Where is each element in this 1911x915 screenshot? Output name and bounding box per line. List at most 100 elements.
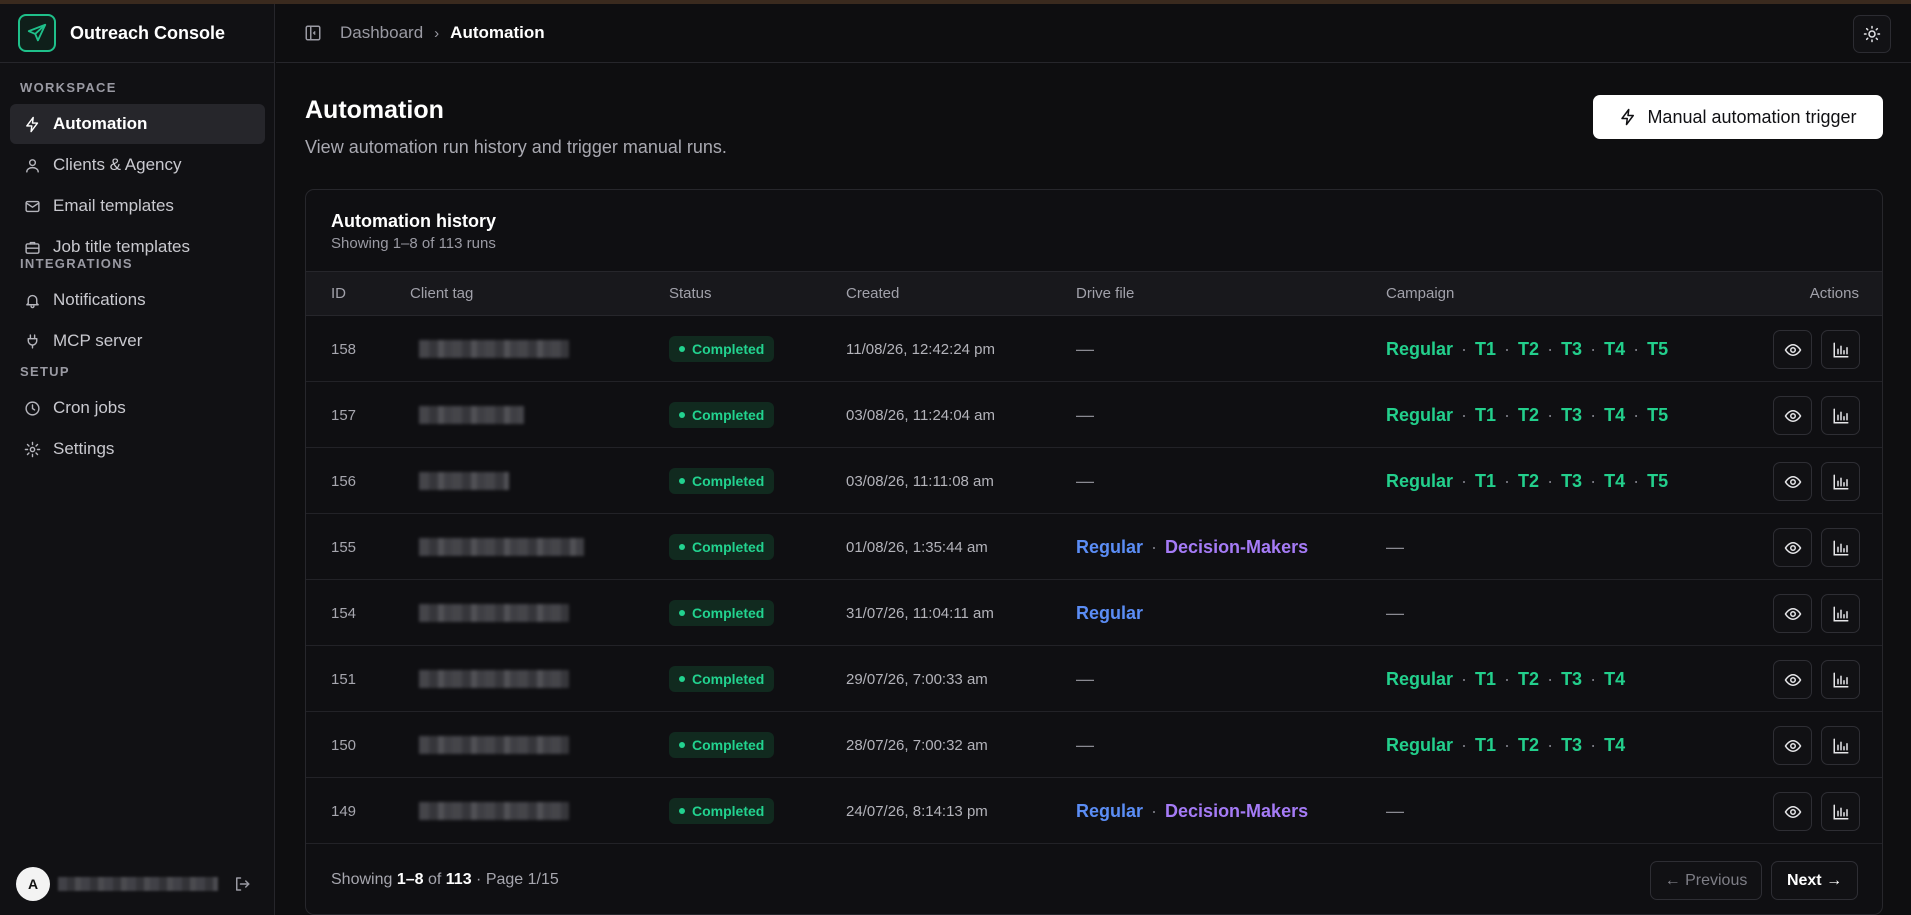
drive-tag[interactable]: Decision-Makers <box>1165 801 1308 822</box>
run-stats-button[interactable] <box>1821 330 1860 369</box>
view-run-button[interactable] <box>1773 330 1812 369</box>
sidebar-item-automation[interactable]: Automation <box>10 104 265 144</box>
campaign-tag[interactable]: T1 <box>1475 405 1496 426</box>
campaign-tag[interactable]: T4 <box>1604 339 1625 360</box>
status-dot <box>679 346 685 352</box>
row-actions <box>1764 462 1860 501</box>
campaign-tag[interactable]: T5 <box>1647 339 1668 360</box>
campaign-tag[interactable]: T2 <box>1518 471 1539 492</box>
pagination-summary: Showing 1–8 of 113 · Page 1/15 <box>331 871 559 889</box>
sidebar-item-label: Clients & Agency <box>53 155 182 174</box>
created-at: 03/08/26, 11:11:08 am <box>846 472 994 490</box>
status-cell: Completed <box>669 712 775 778</box>
campaign-tag[interactable]: Regular <box>1386 339 1453 360</box>
campaign-tag[interactable]: Regular <box>1386 669 1453 690</box>
breadcrumb-dashboard[interactable]: Dashboard <box>340 23 423 43</box>
campaign-tag[interactable]: Regular <box>1386 471 1453 492</box>
app-name: Outreach Console <box>70 22 226 43</box>
sidebar-item-notifications[interactable]: Notifications <box>10 280 265 320</box>
view-run-button[interactable] <box>1773 660 1812 699</box>
bell-icon <box>24 292 53 309</box>
next-page-button[interactable]: Next → <box>1771 861 1858 900</box>
campaign-tag[interactable]: T2 <box>1518 669 1539 690</box>
campaign-tag[interactable]: T5 <box>1647 405 1668 426</box>
campaign-tag[interactable]: T1 <box>1475 735 1496 756</box>
campaign-tag[interactable]: T2 <box>1518 735 1539 756</box>
redacted-client-tag <box>419 736 569 754</box>
user-icon <box>24 157 53 174</box>
campaign-tag[interactable]: T4 <box>1604 471 1625 492</box>
campaign: — <box>1386 580 1404 646</box>
avatar[interactable]: A <box>16 867 50 901</box>
drive-tag[interactable]: Regular <box>1076 537 1143 558</box>
drive-tag[interactable]: Regular <box>1076 603 1143 624</box>
run-stats-button[interactable] <box>1821 594 1860 633</box>
redacted-user-name <box>58 877 218 891</box>
table-header: ID Client tag Status Created Drive file … <box>306 271 1882 316</box>
empty-value: — <box>1076 668 1094 689</box>
theme-toggle-button[interactable] <box>1853 15 1891 53</box>
zap-icon <box>1621 108 1635 126</box>
run-stats-button[interactable] <box>1821 462 1860 501</box>
zap-icon <box>24 116 53 133</box>
campaign-tag[interactable]: Regular <box>1386 405 1453 426</box>
campaign: — <box>1386 778 1404 844</box>
campaign-tag[interactable]: T2 <box>1518 339 1539 360</box>
separator: · <box>1151 536 1158 557</box>
breadcrumb: Dashboard › Automation <box>340 23 545 43</box>
run-stats-button[interactable] <box>1821 792 1860 831</box>
table-row: 156 Completed 03/08/26, 11:11:08 am — Regula… <box>306 448 1882 514</box>
campaign-tag[interactable]: T3 <box>1561 471 1582 492</box>
user-footer: A <box>0 853 275 915</box>
sidebar-item-cron-jobs[interactable]: Cron jobs <box>10 388 265 428</box>
logout-icon[interactable] <box>233 875 251 898</box>
campaign-tag[interactable]: T4 <box>1604 405 1625 426</box>
mail-icon <box>24 198 53 215</box>
run-stats-button[interactable] <box>1821 396 1860 435</box>
campaign-tag[interactable]: T2 <box>1518 405 1539 426</box>
campaign-tag[interactable]: T3 <box>1561 735 1582 756</box>
separator: · <box>1547 338 1554 359</box>
run-stats-button[interactable] <box>1821 726 1860 765</box>
separator: · <box>1547 470 1554 491</box>
drive-tag[interactable]: Decision-Makers <box>1165 537 1308 558</box>
campaign-tag[interactable]: Regular <box>1386 735 1453 756</box>
campaign: Regular · T1 · T2 · T3 · T4 · T5 <box>1386 382 1668 448</box>
sidebar-item-label: Cron jobs <box>53 398 126 417</box>
brand[interactable]: Outreach Console <box>0 4 274 63</box>
view-run-button[interactable] <box>1773 462 1812 501</box>
view-run-button[interactable] <box>1773 726 1812 765</box>
drive-tag[interactable]: Regular <box>1076 801 1143 822</box>
separator: · <box>1590 404 1597 425</box>
run-stats-button[interactable] <box>1821 528 1860 567</box>
campaign: — <box>1386 514 1404 580</box>
campaign-tag[interactable]: T3 <box>1561 339 1582 360</box>
status-dot <box>679 478 685 484</box>
row-actions <box>1764 594 1860 633</box>
nav-section-integrations: Integrations Notifications MCP server <box>0 256 275 362</box>
view-run-button[interactable] <box>1773 528 1812 567</box>
drive-file: — <box>1076 382 1094 448</box>
bar-chart-icon <box>1833 606 1848 621</box>
campaign-tag[interactable]: T5 <box>1647 471 1668 492</box>
sidebar-item-email-templates[interactable]: Email templates <box>10 186 265 226</box>
sidebar-item-clients-agency[interactable]: Clients & Agency <box>10 145 265 185</box>
previous-page-button[interactable]: ← Previous <box>1650 861 1762 900</box>
campaign-tag[interactable]: T3 <box>1561 405 1582 426</box>
campaign-tag[interactable]: T4 <box>1604 735 1625 756</box>
campaign-tag[interactable]: T1 <box>1475 669 1496 690</box>
campaign-tag[interactable]: T1 <box>1475 471 1496 492</box>
campaign-tag[interactable]: T3 <box>1561 669 1582 690</box>
run-stats-button[interactable] <box>1821 660 1860 699</box>
sidebar-item-settings[interactable]: Settings <box>10 429 265 469</box>
campaign-tag[interactable]: T4 <box>1604 669 1625 690</box>
view-run-button[interactable] <box>1773 396 1812 435</box>
view-run-button[interactable] <box>1773 792 1812 831</box>
manual-trigger-button[interactable]: Manual automation trigger <box>1593 95 1883 139</box>
sidebar-item-mcp-server[interactable]: MCP server <box>10 321 265 361</box>
sidebar-toggle-icon[interactable] <box>304 24 322 42</box>
campaign-tag[interactable]: T1 <box>1475 339 1496 360</box>
view-run-button[interactable] <box>1773 594 1812 633</box>
sidebar-item-label: Email templates <box>53 196 174 215</box>
created-at: 31/07/26, 11:04:11 am <box>846 604 994 622</box>
